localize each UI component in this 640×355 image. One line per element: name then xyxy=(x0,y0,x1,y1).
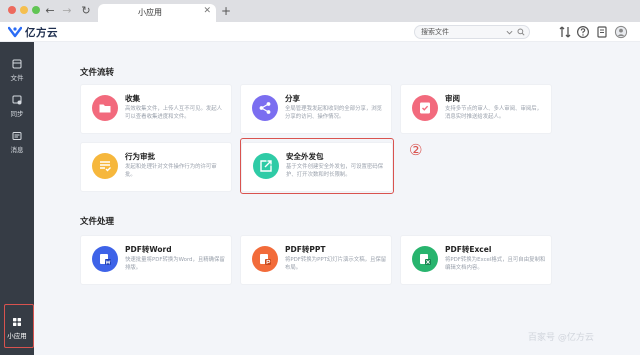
card-icon-bg xyxy=(252,95,278,121)
card-desc: 将PDF转换为PPT幻灯片演示文稿，且保留布局。 xyxy=(285,257,387,271)
message-icon xyxy=(12,132,22,140)
close-window-button[interactable] xyxy=(8,6,16,14)
card-desc: 将PDF转换为Excel格式，且可自由复制和编辑文档内容。 xyxy=(445,257,546,271)
browser-chrome: ← → ↻ 小应用 ✕ + xyxy=(0,0,640,22)
card-title: 收集 xyxy=(125,94,140,103)
minimize-window-button[interactable] xyxy=(20,6,28,14)
document-icon[interactable] xyxy=(595,25,609,39)
logo-text: 亿方云 xyxy=(25,26,58,39)
watermark: 百家号 @亿方云 xyxy=(528,333,594,343)
chevron-down-icon[interactable] xyxy=(506,29,513,36)
card-title: 审阅 xyxy=(445,94,460,103)
main-content: 文件流转 收集 高效收集文件，上传人互不可见。发起人可以查看收集进度和文件。 分… xyxy=(34,42,640,355)
sidebar: 文件 同步 消息 小应用 xyxy=(0,42,34,355)
sidebar-item-label: 消息 xyxy=(10,146,24,154)
reload-button[interactable]: ↻ xyxy=(79,3,93,19)
sidebar-item-apps[interactable]: 小应用 xyxy=(0,314,34,344)
section-title-flow: 文件流转 xyxy=(80,68,115,78)
tab-title: 小应用 xyxy=(138,8,162,17)
sidebar-item-files[interactable]: 文件 xyxy=(0,56,34,86)
annotation-two: ② xyxy=(409,141,423,159)
review-icon xyxy=(420,102,430,114)
card-icon-bg xyxy=(412,246,438,272)
app-card-review[interactable]: 审阅 支持多节点的审人、多人审阅、审阅后，消息实时推送给发起人。 xyxy=(400,84,552,134)
card-title: PDF转Excel xyxy=(445,245,492,254)
transfer-icon[interactable] xyxy=(558,25,572,39)
card-title: 行为审批 xyxy=(125,152,155,161)
card-title: PDF转Word xyxy=(125,245,172,254)
app-card-pdf-to-excel[interactable]: PDF转Excel 将PDF转换为Excel格式，且可自由复制和编辑文档内容。 xyxy=(400,235,552,285)
back-button[interactable]: ← xyxy=(43,3,57,19)
card-icon-bg xyxy=(92,95,118,121)
tab-close-icon[interactable]: ✕ xyxy=(203,6,211,16)
sidebar-item-label: 小应用 xyxy=(7,332,27,340)
pdf-ppt-icon xyxy=(260,254,271,265)
app-card-collect[interactable]: 收集 高效收集文件，上传人互不可见。发起人可以查看收集进度和文件。 xyxy=(80,84,232,134)
app-card-share[interactable]: 分享 全局管理我发起和收到的全部分享，浏览分享的访问、操作情况。 xyxy=(240,84,392,134)
app-header: 亿方云 搜索文件 xyxy=(0,22,640,42)
sidebar-item-label: 同步 xyxy=(10,110,24,118)
search-placeholder: 搜索文件 xyxy=(421,28,449,36)
share-icon xyxy=(259,102,271,114)
file-icon xyxy=(12,59,22,69)
forward-button[interactable]: → xyxy=(60,3,74,19)
folder-icon xyxy=(99,104,111,113)
card-icon-bg xyxy=(92,246,118,272)
card-desc: 支持多节点的审人、多人审阅、审阅后，消息实时推送给发起人。 xyxy=(445,106,543,120)
card-title: 分享 xyxy=(285,94,300,103)
secure-send-highlight-box xyxy=(240,138,394,194)
card-desc: 发起和处理针对文件操作行为的许可审批。 xyxy=(125,164,217,178)
card-icon-bg xyxy=(412,95,438,121)
logo[interactable]: 亿方云 xyxy=(8,24,58,40)
sidebar-item-label: 文件 xyxy=(10,74,24,82)
apps-grid-icon xyxy=(13,318,21,326)
browser-tab[interactable]: 小应用 ✕ xyxy=(98,4,216,22)
help-icon[interactable] xyxy=(576,25,590,39)
app-card-pdf-to-word[interactable]: PDF转Word 快速批量将PDF转换为Word，且精确保留排版。 xyxy=(80,235,232,285)
sync-icon xyxy=(12,95,22,105)
card-desc: 全局管理我发起和收到的全部分享，浏览分享的访问、操作情况。 xyxy=(285,106,383,120)
user-icon[interactable] xyxy=(614,25,628,39)
search-input[interactable]: 搜索文件 xyxy=(414,25,530,39)
card-icon-bg xyxy=(92,153,118,179)
pdf-excel-icon xyxy=(420,254,431,265)
card-desc: 快速批量将PDF转换为Word，且精确保留排版。 xyxy=(125,257,225,271)
app-card-pdf-to-ppt[interactable]: PDF转PPT 将PDF转换为PPT幻灯片演示文稿，且保留布局。 xyxy=(240,235,392,285)
maximize-window-button[interactable] xyxy=(32,6,40,14)
approval-icon xyxy=(100,161,111,172)
app-card-behavior-approval[interactable]: 行为审批 发起和处理针对文件操作行为的许可审批。 xyxy=(80,142,232,192)
search-icon[interactable] xyxy=(517,28,525,36)
card-desc: 高效收集文件，上传人互不可见。发起人可以查看收集进度和文件。 xyxy=(125,106,223,120)
logo-icon xyxy=(8,26,22,38)
pdf-word-icon xyxy=(100,254,111,265)
card-title: PDF转PPT xyxy=(285,245,326,254)
sidebar-item-messages[interactable]: 消息 xyxy=(0,128,34,158)
new-tab-button[interactable]: + xyxy=(221,4,231,18)
card-icon-bg xyxy=(252,246,278,272)
section-title-process: 文件处理 xyxy=(80,217,115,227)
sidebar-item-sync[interactable]: 同步 xyxy=(0,92,34,122)
